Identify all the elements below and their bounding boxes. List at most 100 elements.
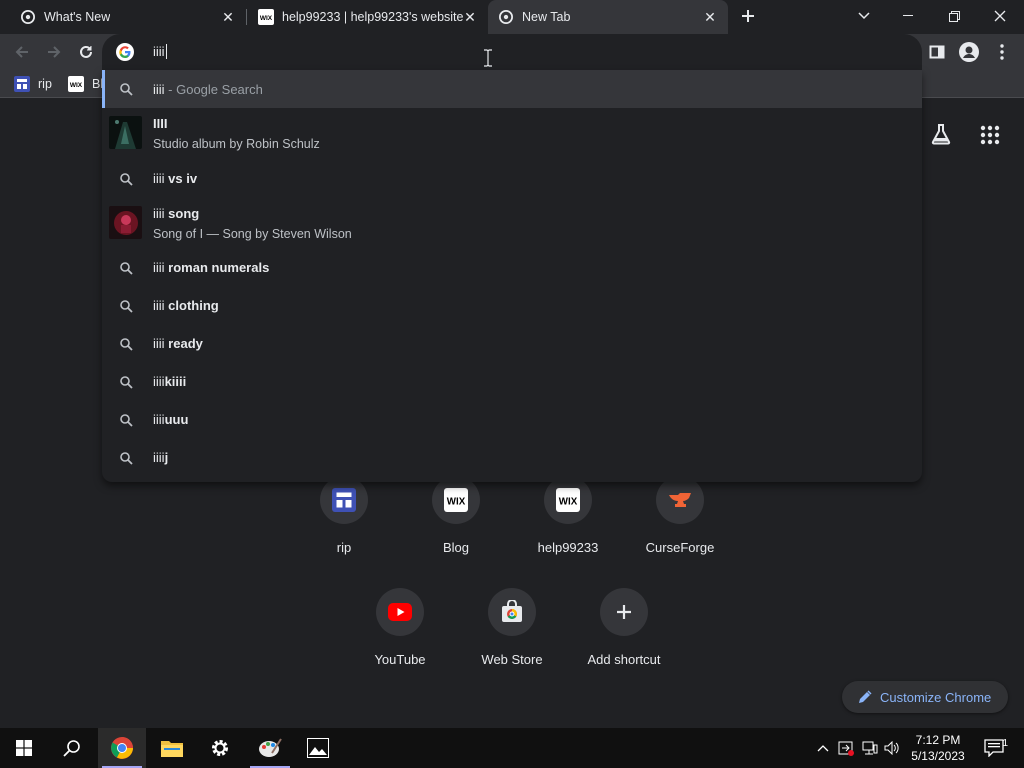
arrow-right-icon (48, 46, 61, 58)
search-icon (118, 298, 134, 314)
suggestion-item[interactable]: iiii song Song of I — Song by Steven Wil… (102, 200, 922, 244)
wix-icon: WIX (68, 76, 84, 92)
bookmark-rip[interactable]: rip (14, 75, 52, 93)
google-g-icon (116, 43, 134, 61)
search-icon (118, 171, 134, 187)
suggestion-item[interactable]: iiii roman numerals (102, 249, 922, 285)
tab-whats-new[interactable]: What's New ✕ (0, 0, 246, 34)
side-panel-button[interactable] (925, 40, 949, 64)
suggestion-text: iiii song (153, 206, 199, 221)
chevron-up-icon[interactable] (815, 740, 831, 756)
tab-search-button[interactable] (842, 0, 886, 32)
suggestion-subtitle: Studio album by Robin Schulz (153, 137, 320, 151)
pencil-icon (858, 690, 872, 704)
tab-new-tab[interactable]: New Tab ✕ (488, 0, 728, 34)
album-thumbnail (109, 116, 142, 149)
plus-icon (617, 605, 631, 619)
shortcut-help99233[interactable]: WIX help99233 (520, 476, 616, 555)
restore-icon (948, 10, 960, 22)
close-icon[interactable]: ✕ (462, 9, 478, 25)
start-button[interactable] (0, 728, 48, 768)
suggestion-prefix: iiii (153, 450, 165, 465)
search-icon (118, 374, 134, 390)
shortcut-rip[interactable]: rip (296, 476, 392, 555)
suggestion-item[interactable]: iiii ready (102, 325, 922, 361)
restore-button[interactable] (932, 0, 976, 32)
plus-icon (742, 10, 754, 22)
new-tab-button[interactable] (736, 5, 760, 29)
labs-button[interactable] (930, 123, 954, 147)
profile-button[interactable] (957, 40, 981, 64)
suggestion-prefix: iiii (153, 171, 165, 186)
shortcut-youtube[interactable]: YouTube (352, 588, 448, 667)
more-vert-icon (1000, 44, 1004, 60)
shortcut-curseforge[interactable]: CurseForge (632, 476, 728, 555)
system-clock[interactable]: 7:12 PM 5/13/2023 (908, 732, 968, 764)
reload-button[interactable] (74, 40, 98, 64)
taskbar-paint[interactable] (246, 728, 294, 768)
taskbar-photos[interactable] (294, 728, 342, 768)
minimize-icon (903, 15, 913, 16)
taskbar-search-button[interactable] (48, 728, 96, 768)
tab-title: help99233 | help99233's website (282, 10, 464, 24)
shortcut-label: Web Store (481, 652, 543, 667)
suggestion-item[interactable]: IIII Studio album by Robin Schulz (102, 110, 922, 154)
back-button[interactable] (10, 40, 34, 64)
taskbar-file-explorer[interactable] (148, 728, 196, 768)
chevron-down-icon (858, 12, 870, 20)
defender-icon[interactable] (838, 740, 854, 756)
suggestion-item[interactable]: iiiiuuu (102, 401, 922, 437)
suggestion-prefix: iiii (153, 260, 165, 275)
wix-icon: WIX (258, 9, 274, 25)
windows-logo-icon (16, 740, 32, 756)
search-icon (118, 450, 134, 466)
add-shortcut-button[interactable]: Add shortcut (576, 588, 672, 667)
suggestion-prefix: iiii (153, 206, 165, 221)
volume-icon[interactable] (884, 740, 900, 756)
tab-strip: What's New ✕ WIX help99233 | help99233's… (0, 0, 1024, 34)
rip-app-icon (14, 76, 30, 92)
menu-button[interactable] (990, 40, 1014, 64)
search-icon (118, 260, 134, 276)
shortcut-label: help99233 (537, 540, 599, 555)
suggestion-item[interactable]: iiii - Google Search (102, 70, 922, 108)
close-icon (994, 10, 1006, 22)
suggestion-prefix: iiii (153, 412, 165, 427)
forward-button[interactable] (42, 40, 66, 64)
suggestion-bold: song (164, 206, 200, 221)
shortcut-blog[interactable]: WIX Blog (408, 476, 504, 555)
taskbar-chrome[interactable] (98, 728, 146, 768)
omnibox-text[interactable]: iiii (153, 44, 167, 59)
suggestion-item[interactable]: iiii clothing (102, 287, 922, 323)
shortcut-label: Blog (442, 540, 470, 555)
tab-help99233[interactable]: WIX help99233 | help99233's website ✕ (240, 0, 488, 34)
search-icon (118, 412, 134, 428)
suggestion-item[interactable]: iiiij (102, 439, 922, 475)
web-store-icon (502, 600, 522, 622)
shortcut-label: rip (336, 540, 352, 555)
suggestion-item[interactable]: iiii vs iv (102, 160, 922, 196)
taskbar-settings[interactable] (196, 728, 244, 768)
close-icon[interactable]: ✕ (220, 9, 236, 25)
omnibox[interactable]: iiii (102, 34, 922, 70)
svg-text:WIX: WIX (447, 497, 466, 508)
suggestion-bold: IIII (153, 116, 168, 131)
suggestion-text: iiiiuuu (153, 412, 188, 427)
minimize-button[interactable] (886, 0, 930, 32)
shortcut-tile (320, 476, 368, 524)
suggestion-text: iiii clothing (153, 298, 219, 313)
apps-grid-icon (980, 125, 1000, 145)
svg-text:WIX: WIX (559, 497, 578, 508)
shortcut-web-store[interactable]: Web Store (464, 588, 560, 667)
network-icon[interactable] (862, 740, 878, 756)
notification-center-icon[interactable]: 1 (984, 738, 1008, 757)
close-window-button[interactable] (978, 0, 1022, 32)
close-icon[interactable]: ✕ (702, 9, 718, 25)
suggestion-prefix: iiii (153, 374, 165, 389)
suggestion-bold: uuu (164, 412, 189, 427)
customize-chrome-button[interactable]: Customize Chrome (842, 681, 1008, 713)
text-cursor-icon (483, 49, 493, 67)
suggestion-item[interactable]: iiiikiiii (102, 363, 922, 399)
google-apps-button[interactable] (980, 125, 1000, 145)
bookmark-blog[interactable]: WIX Bl (68, 75, 103, 93)
